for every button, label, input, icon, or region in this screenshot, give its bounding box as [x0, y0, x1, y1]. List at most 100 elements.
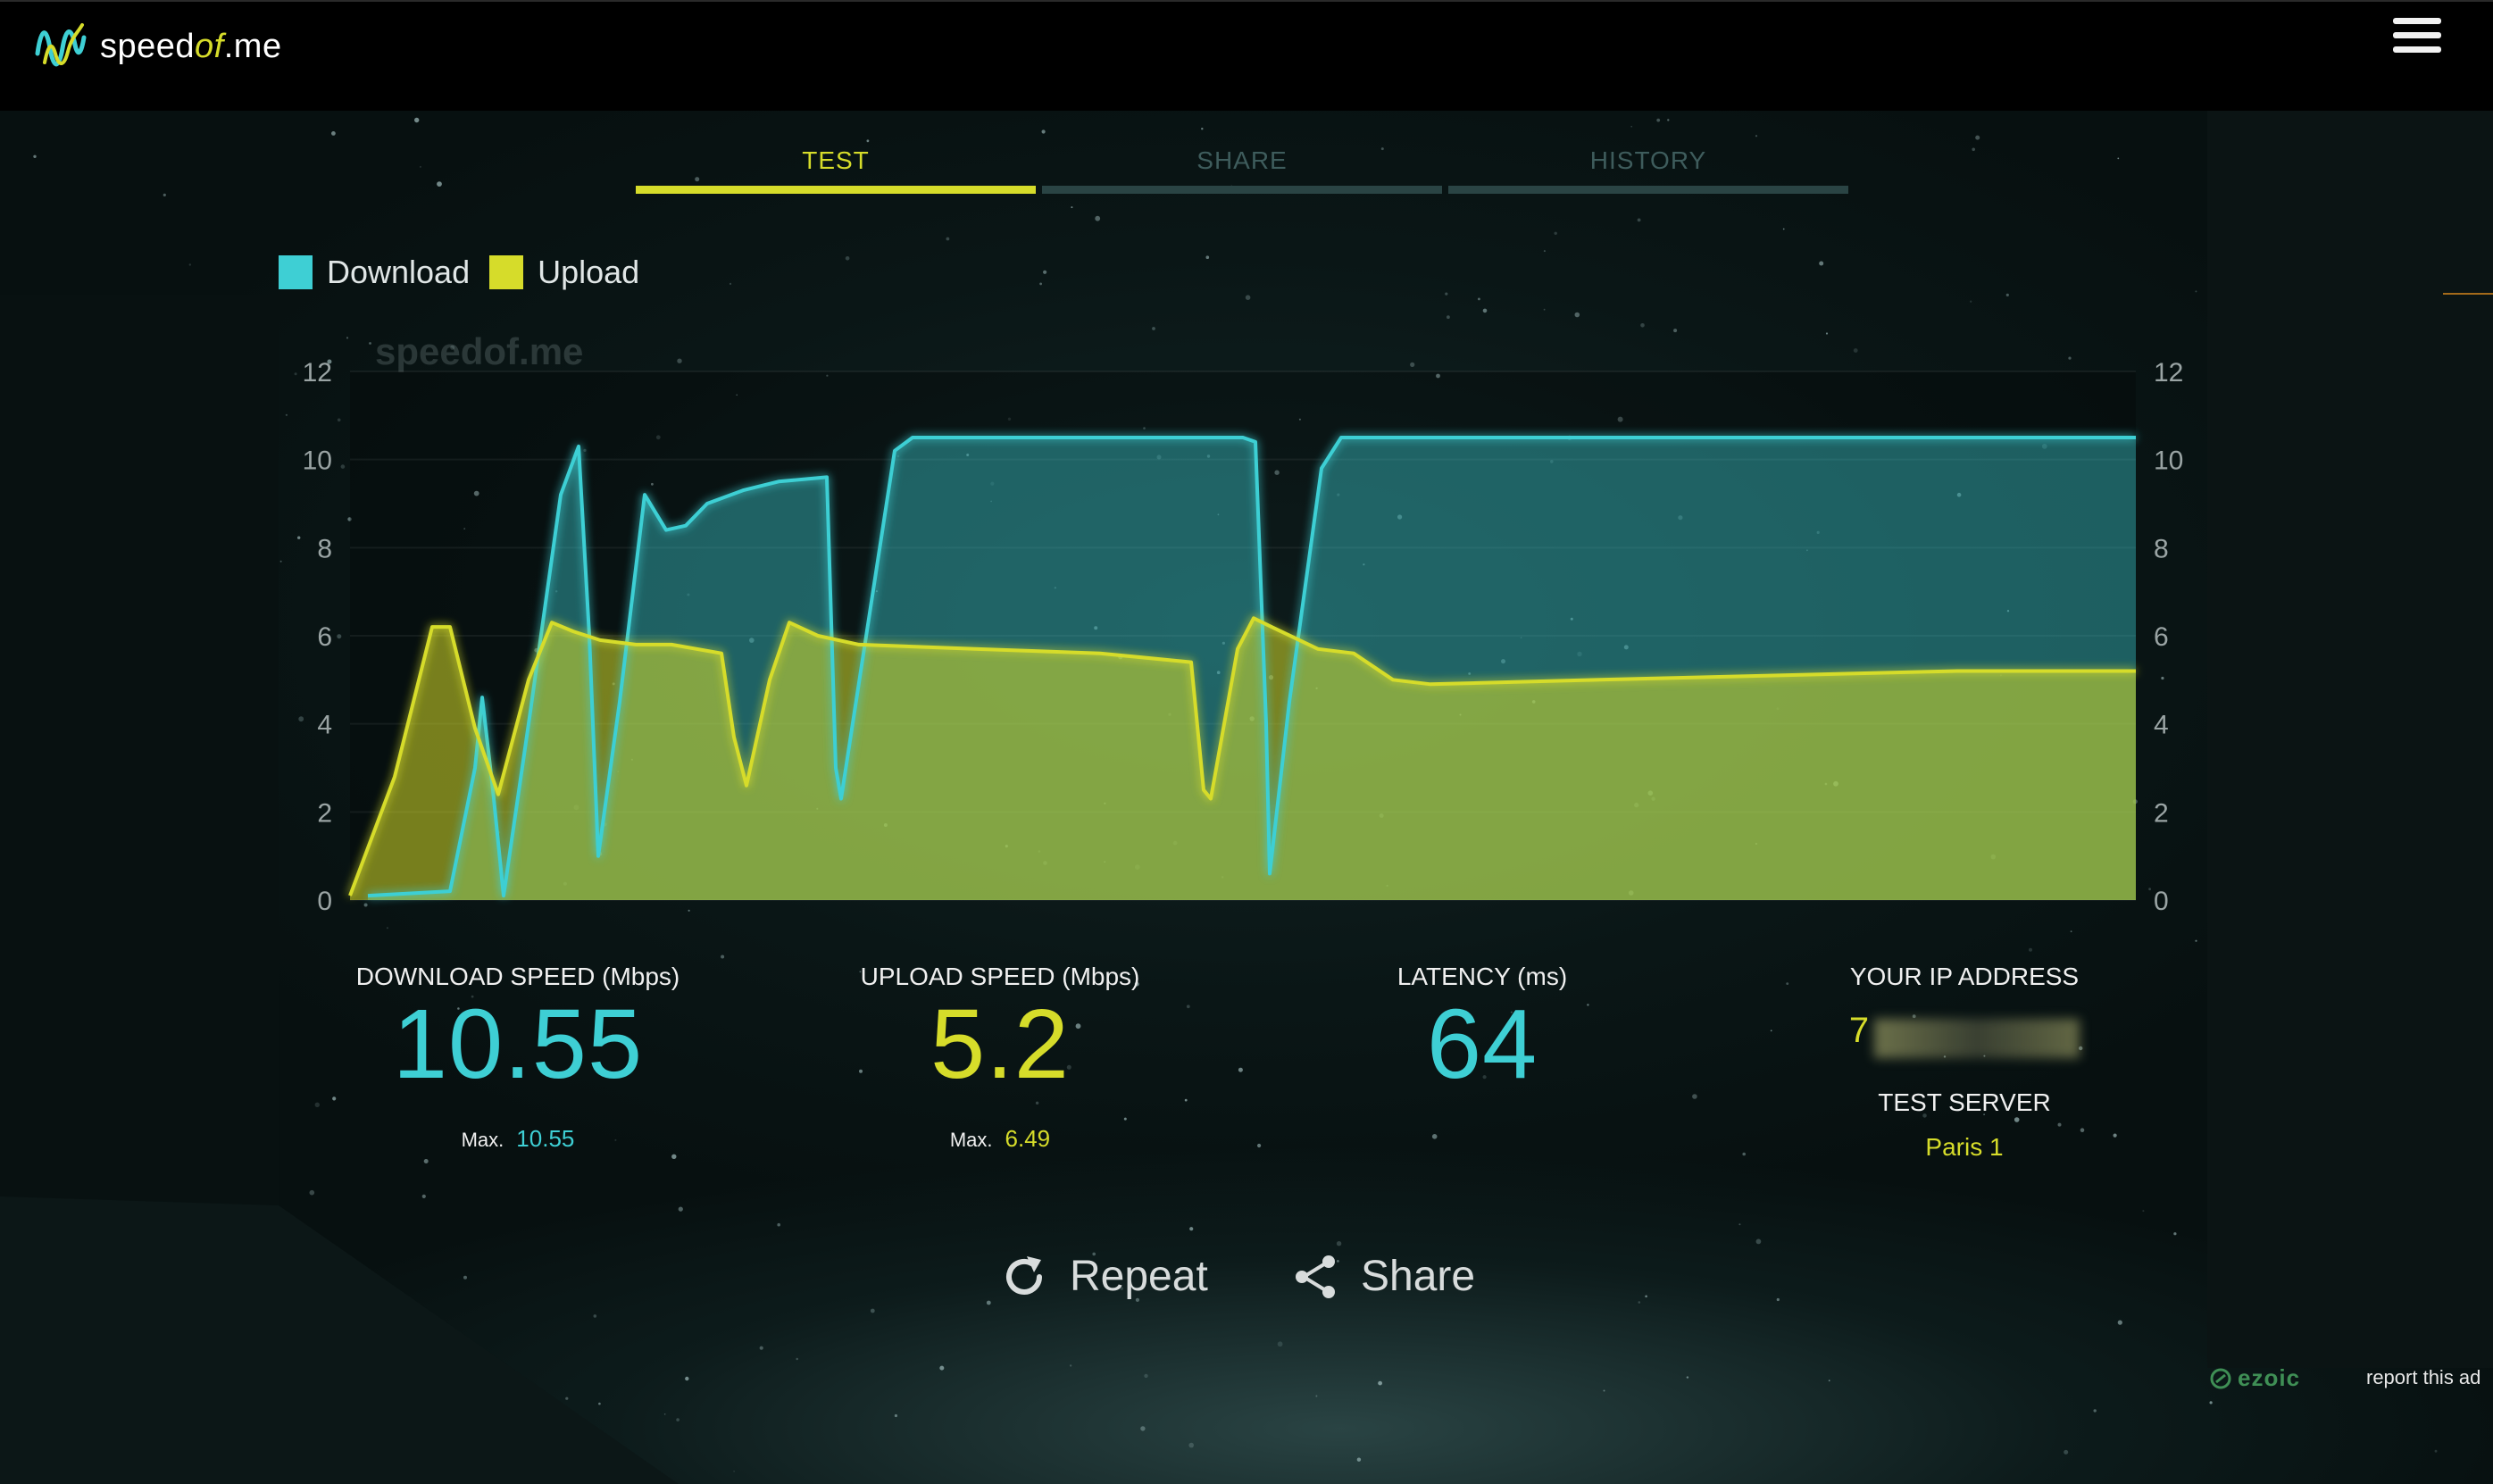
star — [1315, 1395, 1318, 1397]
download-speed-panel: DOWNLOAD SPEED (Mbps) 10.55 Max. 10.55 — [321, 963, 714, 1153]
y-tick-label-left: 4 — [317, 711, 332, 740]
tab-test-bar — [636, 186, 1036, 194]
star — [1482, 308, 1488, 313]
tab-history[interactable]: HISTORY — [1448, 146, 1848, 194]
y-tick-label-right: 12 — [2154, 358, 2183, 388]
ip-address-label: YOUR IP ADDRESS — [1849, 963, 2080, 990]
star — [2005, 293, 2009, 296]
upload-speed-label: UPLOAD SPEED (Mbps) — [860, 963, 1140, 990]
star — [894, 1413, 898, 1418]
share-label: Share — [1361, 1253, 1476, 1300]
star — [1755, 1238, 1762, 1245]
legend-download[interactable]: Download — [279, 254, 470, 291]
tab-test[interactable]: TEST — [636, 146, 1036, 194]
star — [845, 256, 850, 261]
star — [1574, 312, 1580, 318]
chart-legend: Download Upload — [279, 254, 659, 291]
legend-download-swatch — [279, 255, 313, 289]
star — [671, 1154, 677, 1160]
star — [729, 282, 732, 285]
star — [2209, 1401, 2213, 1405]
upload-max: Max. 6.49 — [804, 1125, 1196, 1153]
y-tick-label-left: 8 — [317, 534, 332, 563]
star — [1543, 308, 1546, 311]
speed-chart: 0 0 2 2 4 4 6 6 8 8 10 10 12 12 speedof.me — [303, 330, 2184, 916]
y-tick-label-left: 0 — [317, 887, 332, 916]
legend-upload-label: Upload — [538, 254, 640, 290]
star — [1378, 1380, 1382, 1386]
star — [1786, 982, 1789, 985]
y-tick-label-right: 4 — [2154, 711, 2169, 740]
star — [423, 1159, 429, 1163]
star — [1069, 1364, 1072, 1367]
tab-test-label: TEST — [802, 146, 870, 174]
star — [1445, 292, 1448, 296]
star — [1478, 297, 1480, 301]
star — [1692, 1094, 1697, 1099]
left-ad-panel — [0, 295, 279, 1205]
legend-upload-swatch — [489, 255, 524, 289]
star — [1638, 1301, 1641, 1304]
download-max-label: Max. — [461, 1129, 504, 1151]
tab-share-bar — [1042, 186, 1442, 194]
y-tick-label-right: 6 — [2154, 622, 2169, 652]
star — [1782, 228, 1785, 230]
upload-max-label: Max. — [949, 1129, 993, 1151]
star — [1245, 295, 1251, 301]
star — [1238, 1067, 1243, 1072]
star — [419, 165, 421, 168]
y-tick-label-right: 8 — [2154, 534, 2169, 563]
y-tick-label-left: 2 — [317, 798, 332, 828]
y-tick-label-left: 10 — [303, 446, 332, 476]
star — [1970, 300, 1972, 303]
top-header: speedof.me — [0, 0, 2493, 111]
star — [939, 1365, 945, 1371]
repeat-button[interactable]: Repeat — [1000, 1252, 1208, 1301]
star — [1770, 1030, 1772, 1032]
share-button[interactable]: Share — [1291, 1252, 1475, 1301]
left-wedge-decoration — [0, 1196, 679, 1484]
star — [1189, 1227, 1194, 1231]
ezoic-badge[interactable]: ezoic — [2209, 1364, 2300, 1392]
download-max-value: 10.55 — [516, 1125, 575, 1152]
legend-upload[interactable]: Upload — [489, 254, 639, 291]
star — [1039, 282, 1042, 286]
logo-text: speedof.me — [100, 27, 282, 65]
star — [1603, 1389, 1605, 1392]
ezoic-label: ezoic — [2238, 1364, 2301, 1391]
star — [678, 1206, 683, 1212]
star — [309, 1189, 315, 1196]
star — [1738, 1223, 1741, 1226]
chart-watermark: speedof.me — [375, 330, 583, 372]
star — [33, 154, 37, 158]
star — [1554, 231, 1557, 235]
star — [796, 1357, 798, 1361]
star — [1637, 218, 1641, 222]
latency-value: 64 — [1426, 989, 1538, 1099]
latency-label: LATENCY (ms) — [1397, 963, 1568, 990]
star — [1667, 119, 1670, 121]
star — [2029, 947, 2032, 952]
star — [1201, 128, 1204, 130]
y-tick-label-left: 6 — [317, 622, 332, 652]
logo[interactable]: speedof.me — [32, 18, 282, 75]
star — [2093, 1409, 2097, 1413]
tab-share-label: SHARE — [1196, 146, 1288, 174]
star — [1356, 1457, 1362, 1462]
report-ad-link[interactable]: report this ad — [2366, 1366, 2480, 1389]
star — [1630, 125, 1632, 128]
star — [1043, 270, 1047, 274]
star — [1686, 1376, 1689, 1379]
star — [777, 1222, 780, 1227]
star — [2434, 1449, 2438, 1453]
star — [1447, 315, 1450, 320]
star — [1972, 147, 1975, 152]
legend-download-label: Download — [327, 254, 471, 290]
star — [2064, 1449, 2069, 1455]
tab-share[interactable]: SHARE — [1042, 146, 1442, 194]
ezoic-logo-icon — [2210, 1368, 2231, 1388]
star — [1656, 118, 1661, 122]
hamburger-menu-icon[interactable] — [2393, 18, 2441, 63]
right-ad-panel — [2207, 109, 2493, 1368]
download-max: Max. 10.55 — [321, 1125, 714, 1153]
